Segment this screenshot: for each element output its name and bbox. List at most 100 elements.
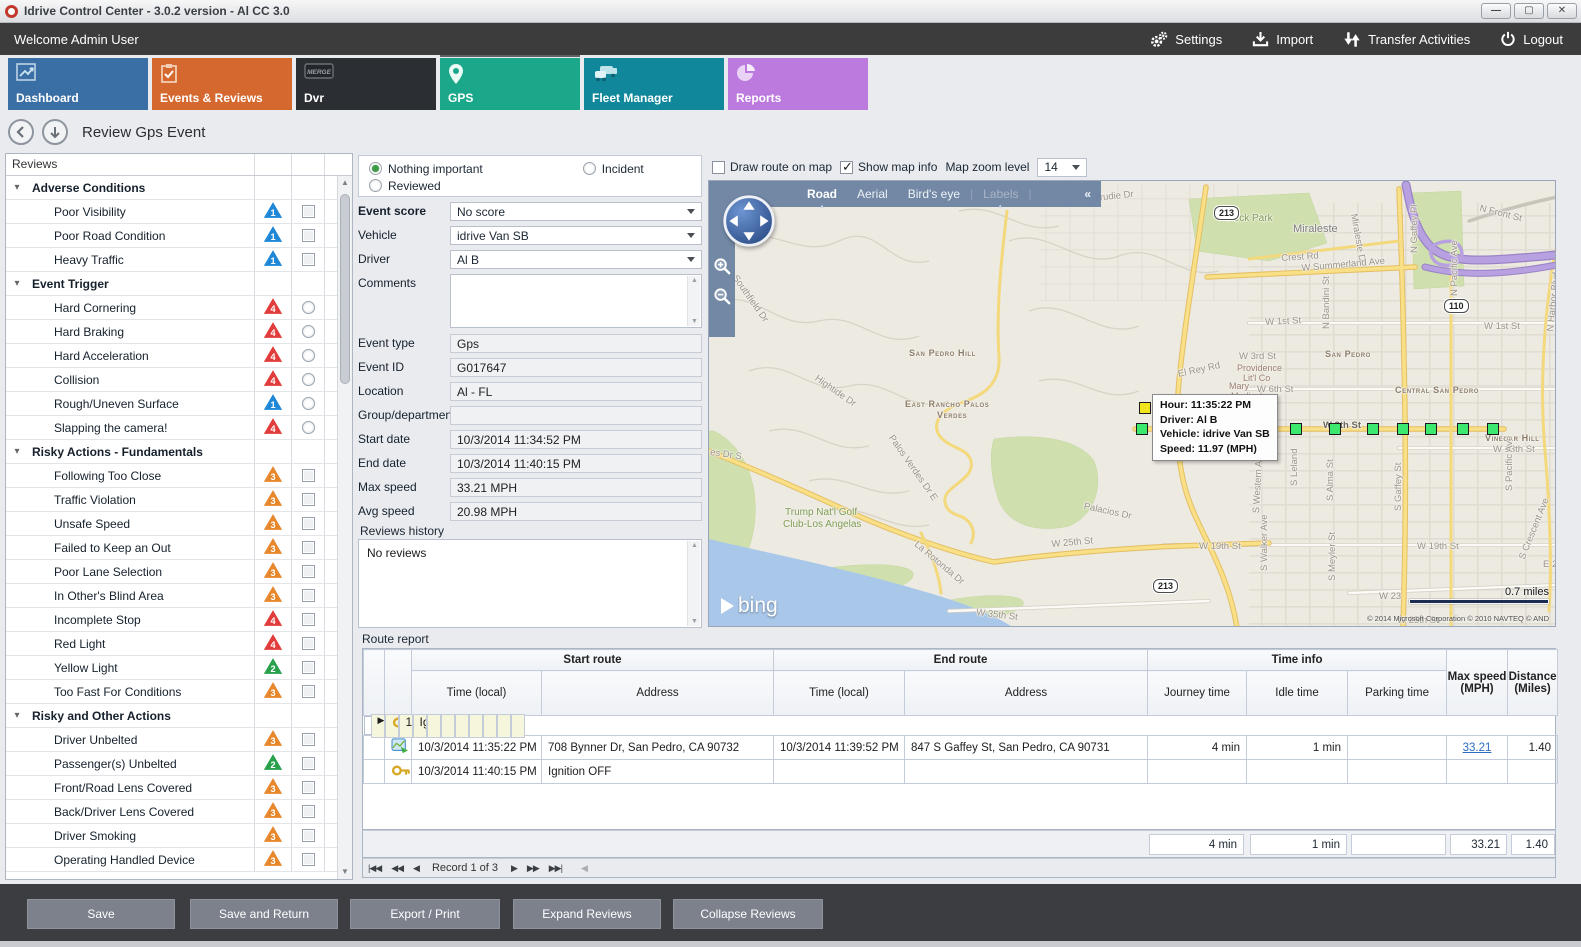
review-checkbox[interactable] — [302, 805, 315, 818]
down-button[interactable] — [42, 119, 68, 145]
expand-reviews-button[interactable]: Expand Reviews — [513, 899, 661, 929]
minimize-button[interactable]: — — [1481, 3, 1511, 19]
review-item-row[interactable]: Driver Smoking3 — [6, 824, 337, 848]
review-checkbox[interactable] — [302, 205, 315, 218]
map-layer-road[interactable]: Road — [807, 187, 837, 201]
pager-next-button[interactable]: ▶▶| — [549, 863, 562, 874]
review-group-row[interactable]: ▾Risky Actions - Fundamentals — [6, 440, 337, 464]
tab-dvr[interactable]: MERGEDvr — [296, 58, 436, 110]
table-row[interactable]: 10/3/2014 11:35:22 PM708 Bynner Dr, San … — [364, 736, 1558, 760]
review-checkbox[interactable] — [302, 565, 315, 578]
logout-button[interactable]: Logout — [1500, 31, 1563, 47]
comments-textarea[interactable] — [450, 274, 702, 328]
review-item-row[interactable]: Failed to Keep an Out3 — [6, 536, 337, 560]
status-option-reviewed[interactable]: Reviewed — [369, 179, 441, 193]
status-option-nothing-important[interactable]: Nothing important — [369, 162, 483, 176]
review-radio[interactable] — [302, 349, 315, 362]
table-row[interactable]: 10/3/2014 11:40:15 PMIgnition OFF — [364, 760, 1558, 784]
review-checkbox[interactable] — [302, 661, 315, 674]
collapse-arrow-icon[interactable]: ▾ — [6, 446, 28, 457]
event-score-select[interactable]: No score — [450, 202, 702, 221]
review-item-row[interactable]: Back/Driver Lens Covered3 — [6, 800, 337, 824]
route-point-marker[interactable] — [1425, 423, 1437, 435]
review-item-row[interactable]: Hard Braking4 — [6, 320, 337, 344]
map-pan-compass[interactable] — [721, 193, 777, 252]
review-item-row[interactable]: Poor Road Condition1 — [6, 224, 337, 248]
map-zoom-out-button[interactable] — [713, 287, 732, 309]
save-button[interactable]: Save — [27, 899, 175, 929]
close-button[interactable]: ✕ — [1547, 3, 1577, 19]
hscroll-left-icon[interactable]: ◀ — [581, 863, 587, 874]
review-item-row[interactable]: Front/Road Lens Covered3 — [6, 776, 337, 800]
selected-point-marker[interactable] — [1139, 402, 1151, 414]
review-item-row[interactable]: Unsafe Speed3 — [6, 512, 337, 536]
pager-prev-button[interactable]: ◀◀ — [391, 863, 403, 874]
scroll-down-icon[interactable]: ▼ — [338, 865, 352, 879]
reviews-scrollbar[interactable]: ▲ ▼ — [337, 176, 352, 879]
review-checkbox[interactable] — [302, 757, 315, 770]
review-checkbox[interactable] — [302, 637, 315, 650]
scroll-up-icon[interactable]: ▲ — [338, 176, 352, 190]
map-zoom-select[interactable]: 14 — [1037, 158, 1087, 177]
tab-reports[interactable]: Reports — [728, 58, 868, 110]
driver-select[interactable]: Al B — [450, 250, 702, 269]
review-group-row[interactable]: ▾Risky and Other Actions — [6, 704, 337, 728]
reviews-history-scrollbar[interactable] — [687, 541, 700, 626]
draw-route-checkbox[interactable]: Draw route on map — [712, 160, 832, 174]
review-item-row[interactable]: Rough/Uneven Surface1 — [6, 392, 337, 416]
review-checkbox[interactable] — [302, 733, 315, 746]
radio-selected-icon[interactable] — [369, 162, 382, 175]
review-radio[interactable] — [302, 301, 315, 314]
max-speed-link[interactable]: 33.21 — [1463, 742, 1492, 754]
maximize-button[interactable]: ▢ — [1514, 3, 1544, 19]
review-item-row[interactable]: Hard Acceleration4 — [6, 344, 337, 368]
review-group-row[interactable]: ▾Event Trigger — [6, 272, 337, 296]
review-checkbox[interactable] — [302, 229, 315, 242]
review-radio[interactable] — [302, 373, 315, 386]
review-item-row[interactable]: Poor Visibility1 — [6, 200, 337, 224]
review-radio[interactable] — [302, 325, 315, 338]
review-checkbox[interactable] — [302, 517, 315, 530]
review-item-row[interactable]: Hard Cornering4 — [6, 296, 337, 320]
review-radio[interactable] — [302, 421, 315, 434]
collapse-arrow-icon[interactable]: ▾ — [6, 710, 28, 721]
textarea-scrollbar[interactable] — [687, 276, 700, 326]
table-row[interactable]: ▶10/3/2014 11:34:52 PMIgnition Start — [364, 716, 385, 735]
collapse-arrow-icon[interactable]: ▾ — [6, 278, 28, 289]
review-item-row[interactable]: Driver Unbelted3 — [6, 728, 337, 752]
pager-next-button[interactable]: ▶ — [511, 863, 517, 874]
map-zoom-in-button[interactable] — [713, 257, 732, 279]
scrollbar-thumb[interactable] — [340, 194, 350, 384]
review-checkbox[interactable] — [302, 853, 315, 866]
export-print-button[interactable]: Export / Print — [350, 899, 500, 929]
review-item-row[interactable]: Collision4 — [6, 368, 337, 392]
review-group-row[interactable]: ▾Adverse Conditions — [6, 176, 337, 200]
pager-prev-button[interactable]: ◀ — [413, 863, 419, 874]
tab-gps[interactable]: GPS — [440, 58, 580, 110]
settings-button[interactable]: Settings — [1149, 31, 1222, 48]
review-item-row[interactable]: Yellow Light2 — [6, 656, 337, 680]
status-option-incident[interactable]: Incident — [583, 162, 644, 176]
review-radio[interactable] — [302, 397, 315, 410]
pager-next-button[interactable]: ▶▶ — [527, 863, 539, 874]
show-map-info-checkbox[interactable]: ✓ Show map info — [840, 160, 937, 174]
transfer-activities-button[interactable]: Transfer Activities — [1343, 31, 1470, 48]
review-item-row[interactable]: Red Light4 — [6, 632, 337, 656]
route-point-marker[interactable] — [1367, 423, 1379, 435]
review-checkbox[interactable] — [302, 541, 315, 554]
review-checkbox[interactable] — [302, 613, 315, 626]
review-item-row[interactable]: Traffic Violation3 — [6, 488, 337, 512]
route-point-marker[interactable] — [1329, 423, 1341, 435]
route-point-marker[interactable] — [1457, 423, 1469, 435]
review-item-row[interactable]: Heavy Traffic1 — [6, 248, 337, 272]
review-item-row[interactable]: Following Too Close3 — [6, 464, 337, 488]
review-item-row[interactable]: Passenger(s) Unbelted2 — [6, 752, 337, 776]
tab-dashboard[interactable]: Dashboard — [8, 58, 148, 110]
review-item-row[interactable]: Slapping the camera!4 — [6, 416, 337, 440]
tab-fleet-manager[interactable]: Fleet Manager — [584, 58, 724, 110]
route-point-marker[interactable] — [1136, 423, 1148, 435]
vehicle-select[interactable]: idrive Van SB — [450, 226, 702, 245]
pager-prev-button[interactable]: |◀◀ — [368, 863, 381, 874]
collapse-reviews-button[interactable]: Collapse Reviews — [673, 899, 823, 929]
review-checkbox[interactable] — [302, 469, 315, 482]
